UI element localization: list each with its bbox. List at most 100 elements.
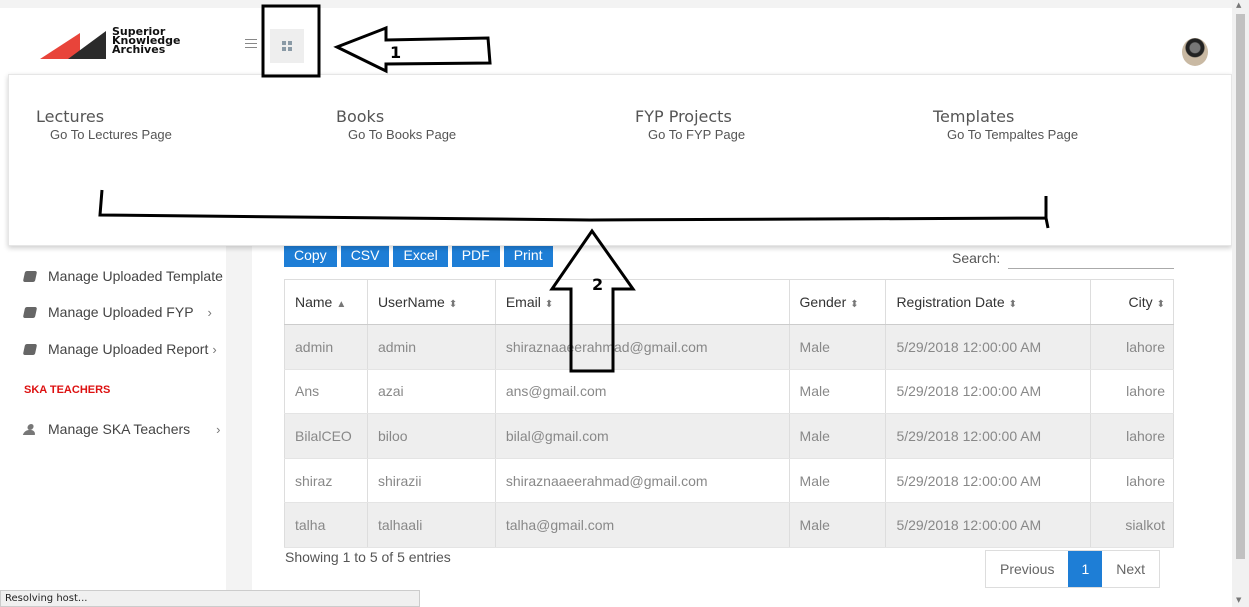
- column-header-label: UserName: [377, 294, 445, 310]
- menu-link-templates[interactable]: Go To Tempaltes Page: [947, 127, 1078, 142]
- cell-city: lahore: [1090, 458, 1174, 504]
- menu-column-fyp: FYP Projects: [635, 107, 732, 126]
- cell-username: biloo: [366, 413, 496, 459]
- cell-name: Ans: [284, 369, 368, 415]
- user-icon: [23, 424, 37, 435]
- search-input[interactable]: [1008, 247, 1174, 269]
- pdf-button[interactable]: PDF: [451, 243, 500, 267]
- export-buttons: Copy CSV Excel PDF Print: [284, 243, 553, 267]
- cell-registration-date: 5/29/2018 12:00:00 AM: [885, 502, 1092, 548]
- page-1-button[interactable]: 1: [1068, 551, 1103, 587]
- menu-title-templates[interactable]: Templates: [933, 107, 1014, 126]
- cell-username: shirazii: [366, 458, 496, 504]
- sidebar-item-manage-ska-teachers[interactable]: Manage SKA Teachers ›: [24, 417, 221, 441]
- column-header-label: Name: [295, 294, 333, 310]
- chevron-right-icon: ›: [207, 304, 212, 320]
- column-header-username[interactable]: UserName ⬍: [366, 279, 496, 325]
- print-button[interactable]: Print: [503, 243, 553, 267]
- menu-column-books: Books: [336, 107, 384, 126]
- cell-name: shiraz: [284, 458, 368, 504]
- column-header-city[interactable]: City ⬍: [1090, 279, 1174, 325]
- cell-gender: Male: [788, 413, 887, 459]
- cell-username: azai: [366, 369, 496, 415]
- book-icon: [22, 343, 38, 355]
- sort-icon: ⬍: [1008, 299, 1017, 310]
- menu-column-lectures: Lectures: [36, 107, 104, 126]
- cell-city: lahore: [1090, 413, 1174, 459]
- sidebar-item-manage-uploaded-template[interactable]: Manage Uploaded Template: [22, 264, 223, 288]
- cell-email: shiraznaaeerahmad@gmail.com: [494, 458, 790, 504]
- column-header-label: Gender: [799, 294, 847, 310]
- menu-link-lectures[interactable]: Go To Lectures Page: [50, 127, 172, 142]
- next-page-button[interactable]: Next: [1102, 551, 1159, 587]
- hamburger-menu-icon[interactable]: [245, 39, 257, 49]
- cell-registration-date: 5/29/2018 12:00:00 AM: [885, 324, 1092, 370]
- column-header-name[interactable]: Name ▲: [284, 279, 368, 325]
- cell-gender: Male: [788, 369, 887, 415]
- column-header-registration-date[interactable]: Registration Date ⬍: [885, 279, 1092, 325]
- cell-gender: Male: [788, 324, 887, 370]
- app-window: Superior Knowledge Archives Manage Uploa…: [0, 0, 1249, 607]
- cell-email: shiraznaaeerahmad@gmail.com: [494, 324, 790, 370]
- previous-page-button[interactable]: Previous: [986, 551, 1068, 587]
- scrollbar-thumb[interactable]: [1236, 14, 1245, 559]
- table-row[interactable]: admin admin shiraznaaeerahmad@gmail.com …: [284, 324, 1174, 370]
- cell-city: sialkot: [1090, 502, 1174, 548]
- scroll-up-icon[interactable]: ▲: [1236, 1, 1241, 9]
- table-info: Showing 1 to 5 of 5 entries: [285, 549, 451, 565]
- sidebar-item-manage-uploaded-report[interactable]: Manage Uploaded Report ›: [22, 337, 217, 361]
- scroll-down-icon[interactable]: ▼: [1236, 596, 1241, 604]
- menu-link-fyp[interactable]: Go To FYP Page: [648, 127, 745, 142]
- cell-email: ans@gmail.com: [494, 369, 790, 415]
- book-icon: [22, 270, 38, 282]
- sidebar-item-label: Manage Uploaded Report: [48, 341, 209, 357]
- column-header-label: City: [1128, 294, 1153, 310]
- column-header-gender[interactable]: Gender ⬍: [788, 279, 887, 325]
- sidebar-item-manage-uploaded-fyp[interactable]: Manage Uploaded FYP ›: [22, 300, 212, 324]
- browser-status-bar: Resolving host...: [0, 590, 420, 607]
- apps-dropdown-menu: Lectures Go To Lectures Page Books Go To…: [8, 74, 1232, 246]
- cell-gender: Male: [788, 458, 887, 504]
- cell-name: talha: [284, 502, 368, 548]
- column-header-label: Email: [505, 294, 541, 310]
- cell-name: BilalCEO: [284, 413, 368, 459]
- book-icon: [22, 306, 38, 318]
- cell-city: lahore: [1090, 369, 1174, 415]
- cell-registration-date: 5/29/2018 12:00:00 AM: [885, 458, 1092, 504]
- table-row[interactable]: talha talhaali talha@gmail.com Male 5/29…: [284, 502, 1174, 548]
- cell-registration-date: 5/29/2018 12:00:00 AM: [885, 369, 1092, 415]
- cell-email: talha@gmail.com: [494, 502, 790, 548]
- sort-icon: ⬍: [448, 299, 458, 310]
- csv-button[interactable]: CSV: [340, 243, 390, 267]
- sidebar-item-label: Manage Uploaded FYP: [48, 304, 194, 320]
- sidebar-item-label: Manage Uploaded Template: [48, 268, 223, 284]
- cell-email: bilal@gmail.com: [494, 413, 790, 459]
- column-header-email[interactable]: Email ⬍: [494, 279, 790, 325]
- chevron-right-icon: ›: [212, 341, 217, 357]
- menu-link-books[interactable]: Go To Books Page: [348, 127, 456, 142]
- search-label: Search:: [952, 250, 1001, 266]
- menu-title-fyp[interactable]: FYP Projects: [635, 107, 732, 126]
- table-row[interactable]: BilalCEO biloo bilal@gmail.com Male 5/29…: [284, 413, 1174, 459]
- column-header-label: Registration Date: [896, 294, 1005, 310]
- sort-icon: ⬍: [1156, 299, 1165, 310]
- vertical-scrollbar[interactable]: ▲ ▼: [1232, 0, 1249, 607]
- user-avatar[interactable]: [1182, 38, 1208, 66]
- excel-button[interactable]: Excel: [393, 243, 448, 267]
- cell-username: talhaali: [366, 502, 496, 548]
- menu-title-books[interactable]: Books: [336, 107, 384, 126]
- copy-button[interactable]: Copy: [284, 243, 337, 267]
- cell-name: admin: [284, 324, 368, 370]
- sidebar-item-label: Manage SKA Teachers: [48, 421, 191, 437]
- cell-username: admin: [366, 324, 496, 370]
- sort-asc-icon: ▲: [336, 299, 347, 310]
- users-table: Name ▲ UserName ⬍ Email ⬍ Gender ⬍ Registrat…: [284, 279, 1174, 548]
- pagination: Previous 1 Next: [985, 550, 1161, 588]
- table-row[interactable]: Ans azai ans@gmail.com Male 5/29/2018 12…: [284, 369, 1174, 415]
- menu-title-lectures[interactable]: Lectures: [36, 107, 104, 126]
- table-row[interactable]: shiraz shirazii shiraznaaeerahmad@gmail.…: [284, 458, 1174, 504]
- logo-text: Superior Knowledge Archives: [112, 26, 181, 55]
- cell-city: lahore: [1090, 324, 1174, 370]
- table-header-row: Name ▲ UserName ⬍ Email ⬍ Gender ⬍ Registrat…: [284, 279, 1174, 325]
- apps-grid-button[interactable]: [270, 29, 304, 63]
